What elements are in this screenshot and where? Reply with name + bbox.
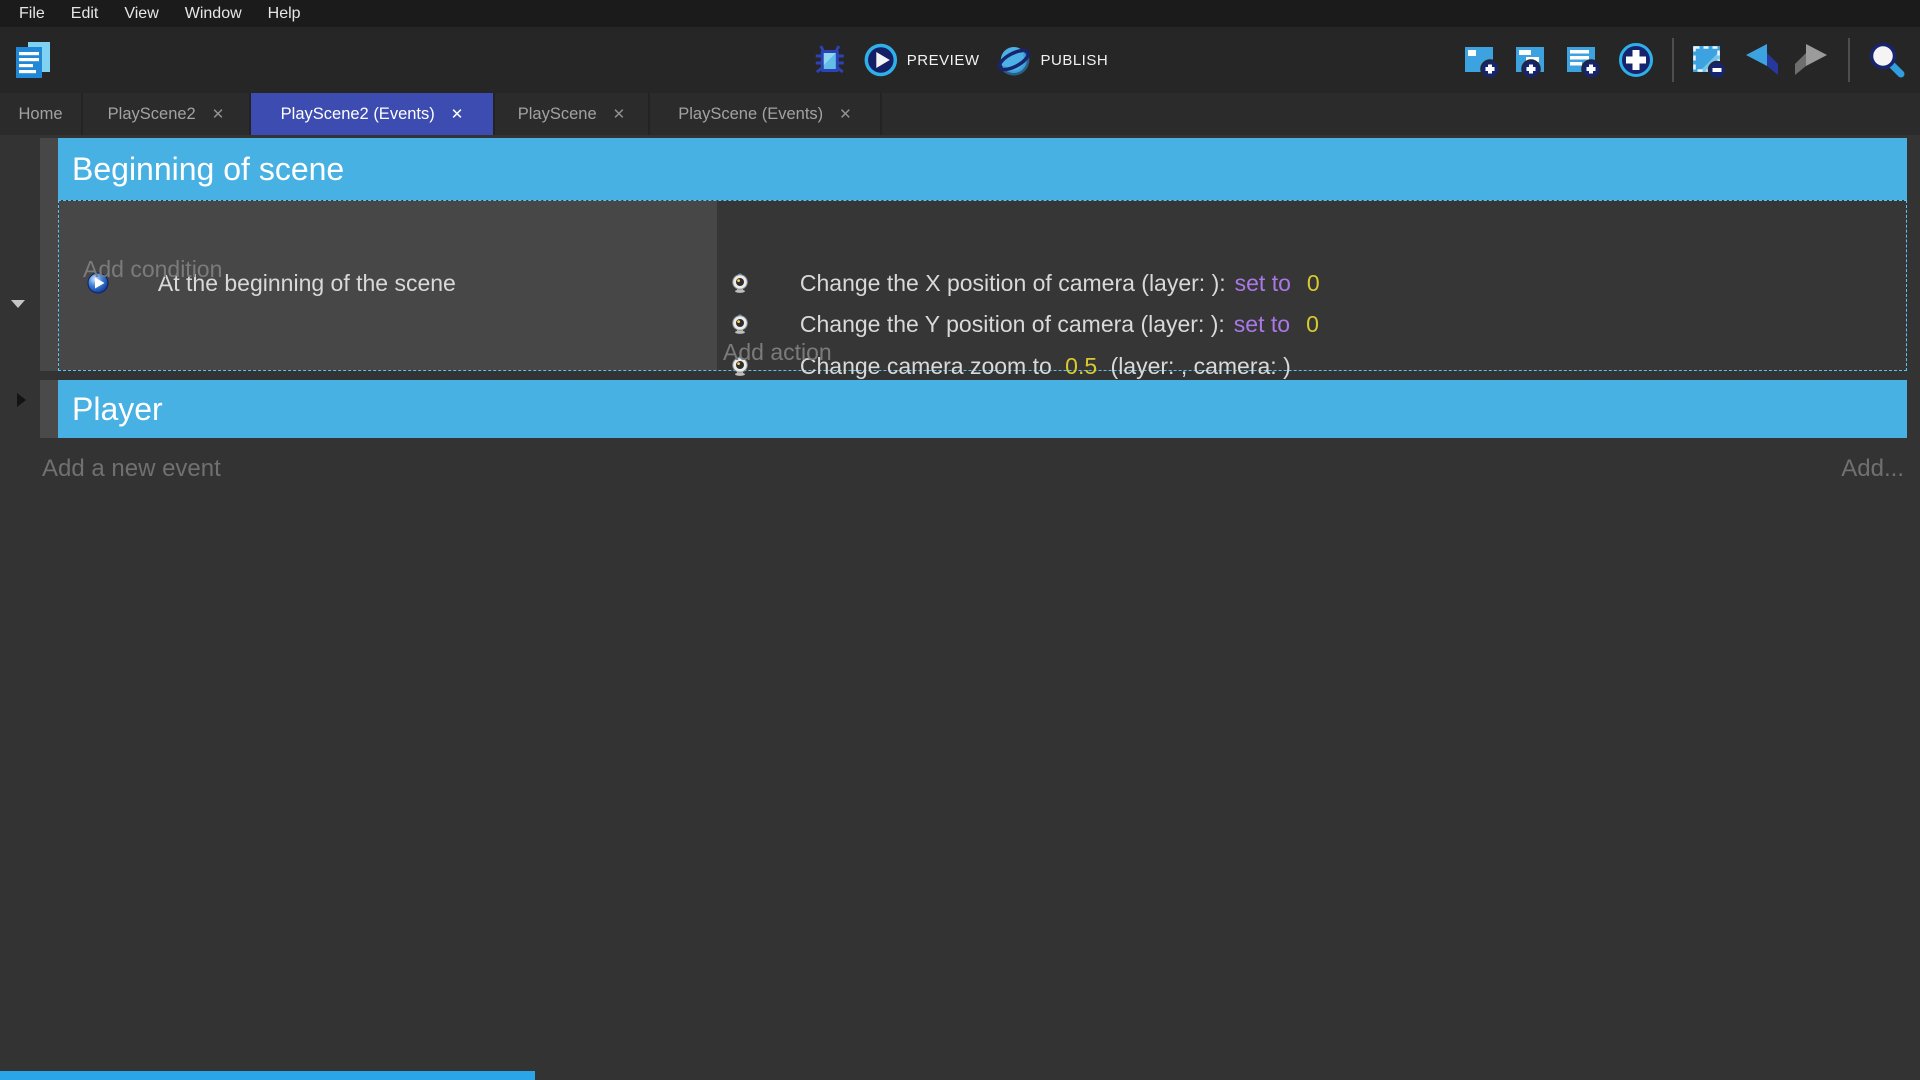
- event-group-title: Beginning of scene: [72, 151, 344, 188]
- events-sheet: Beginning of scene: [0, 135, 1920, 1080]
- add-condition-label: Add condition: [83, 255, 222, 284]
- add-comment-button[interactable]: [1565, 40, 1605, 80]
- menu-view[interactable]: View: [111, 5, 171, 23]
- event-gutter: [40, 380, 58, 438]
- add-new-event-label: Add a new event: [42, 455, 221, 482]
- action-value: 0: [1306, 310, 1319, 339]
- publish-label: PUBLISH: [1040, 52, 1108, 69]
- add-subevent-button[interactable]: [1514, 40, 1554, 80]
- publish-sphere-icon: [995, 42, 1031, 78]
- tab-label: Home: [18, 105, 62, 124]
- expand-arrow-icon[interactable]: [17, 393, 26, 407]
- preview-label: PREVIEW: [907, 52, 980, 69]
- preview-button[interactable]: PREVIEW: [864, 43, 980, 77]
- close-icon[interactable]: ✕: [839, 107, 852, 122]
- tab-label: PlayScene2: [108, 105, 196, 124]
- event-gutter: [40, 138, 58, 371]
- tab-label: PlayScene (Events): [678, 105, 823, 124]
- event-group-title: Player: [72, 391, 163, 428]
- add-more-button[interactable]: Add...: [1841, 455, 1904, 483]
- delete-selection-button[interactable]: [1690, 40, 1730, 80]
- menu-help[interactable]: Help: [255, 5, 314, 23]
- selected-event[interactable]: At the beginning of the scene Add condit…: [58, 200, 1907, 371]
- undo-button[interactable]: [1741, 40, 1781, 80]
- toolbar-center-group: PREVIEW PUBLISH: [812, 27, 1108, 93]
- toolbar-right-group: [1463, 27, 1906, 93]
- tab-bar: Home PlayScene2 ✕ PlayScene2 (Events) ✕ …: [0, 93, 1920, 135]
- add-action-label: Add action: [723, 338, 832, 367]
- redo-icon: [1792, 40, 1832, 80]
- event-group-header[interactable]: Player: [58, 380, 1907, 438]
- tab-playscene[interactable]: PlayScene ✕: [495, 93, 650, 135]
- event-group-header[interactable]: Beginning of scene: [58, 138, 1907, 200]
- publish-button[interactable]: PUBLISH: [995, 42, 1108, 78]
- toolbar-separator: [1672, 38, 1674, 82]
- collapse-arrow-icon[interactable]: [11, 300, 25, 308]
- add-comment-icon: [1565, 40, 1605, 80]
- search-button[interactable]: [1866, 40, 1906, 80]
- debug-bug-icon: [812, 42, 848, 78]
- tab-label: PlayScene: [518, 105, 597, 124]
- gdevelop-window: File Edit View Window Help: [0, 0, 1920, 1080]
- add-event-icon: [1463, 40, 1503, 80]
- preview-play-icon: [864, 43, 898, 77]
- menu-edit[interactable]: Edit: [58, 5, 112, 23]
- project-manager-icon: [12, 39, 54, 81]
- project-manager-button[interactable]: [12, 39, 54, 81]
- tab-playscene2[interactable]: PlayScene2 ✕: [83, 93, 251, 135]
- tab-home[interactable]: Home: [0, 93, 83, 135]
- close-icon[interactable]: ✕: [613, 107, 626, 122]
- action-text: (layer: , camera: ): [1104, 352, 1291, 381]
- undo-icon: [1741, 40, 1781, 80]
- tab-label: PlayScene2 (Events): [281, 105, 435, 124]
- add-action-button[interactable]: Add action: [723, 338, 832, 367]
- add-more-label: Add...: [1841, 455, 1904, 482]
- action-text: Change camera zoom to: [800, 352, 1058, 381]
- close-icon[interactable]: ✕: [451, 107, 464, 122]
- add-new-event-button[interactable]: Add a new event: [42, 455, 221, 483]
- horizontal-scrollbar-thumb[interactable]: [0, 1071, 535, 1080]
- main-toolbar: PREVIEW PUBLISH: [0, 27, 1920, 93]
- delete-selection-icon: [1690, 40, 1730, 80]
- add-condition-button[interactable]: Add condition: [83, 255, 222, 284]
- toolbar-separator: [1848, 38, 1850, 82]
- redo-button[interactable]: [1792, 40, 1832, 80]
- tab-playscene2-events[interactable]: PlayScene2 (Events) ✕: [251, 93, 495, 135]
- tab-playscene-events[interactable]: PlayScene (Events) ✕: [650, 93, 882, 135]
- search-icon: [1866, 40, 1906, 80]
- debug-button[interactable]: [812, 42, 848, 78]
- menu-window[interactable]: Window: [172, 5, 255, 23]
- action-value: 0.5: [1065, 352, 1097, 381]
- add-new-button[interactable]: [1616, 40, 1656, 80]
- add-event-button[interactable]: [1463, 40, 1503, 80]
- menu-file[interactable]: File: [6, 5, 58, 23]
- add-subevent-icon: [1514, 40, 1554, 80]
- close-icon[interactable]: ✕: [212, 107, 225, 122]
- menu-bar: File Edit View Window Help: [0, 0, 1920, 27]
- add-circle-icon: [1616, 40, 1656, 80]
